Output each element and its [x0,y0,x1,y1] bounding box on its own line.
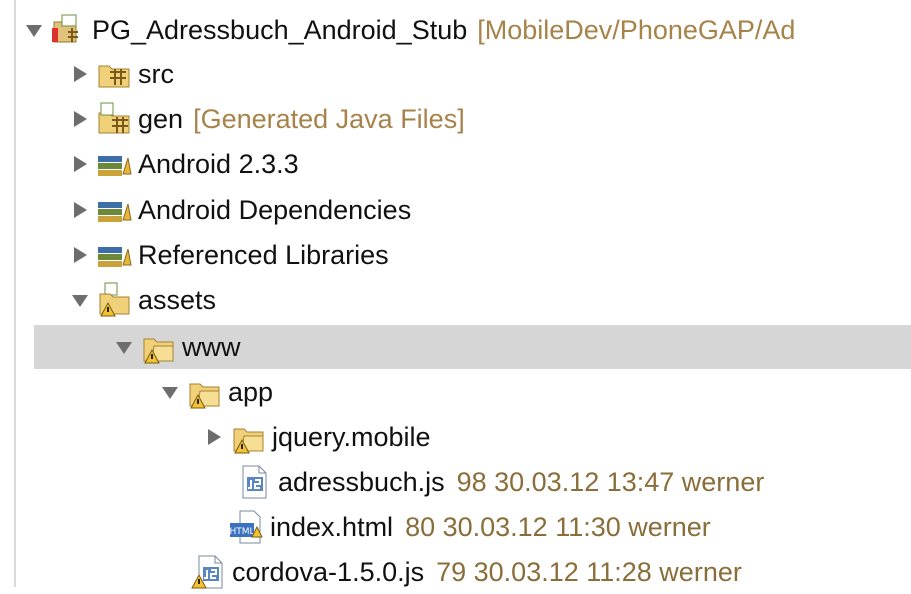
html-file-icon: HTML [228,509,264,545]
tree-item-assets[interactable]: assets [70,278,911,322]
tree-item-index-html[interactable]: HTML index.html 80 30.03.12 11:30 werner [228,505,911,549]
folder-warning-icon [230,419,266,455]
library-icon [96,146,132,182]
folder-warning-icon [140,329,176,365]
cordova-js-revision-info: 79 30.03.12 11:28 werner [436,557,742,587]
app-label: app [228,377,274,407]
tree-item-www[interactable]: www [34,325,911,369]
tree-item-android-dependencies[interactable]: Android Dependencies [70,188,911,232]
svg-text:HTML: HTML [229,527,254,537]
android-project-icon [50,12,86,48]
tree-item-adressbuch-js[interactable]: adressbuch.js 98 30.03.12 13:47 werner [236,460,911,504]
index-html-label: index.html [270,512,394,542]
tree-item-project[interactable]: PG_Adressbuch_Android_Stub [MobileDev/Ph… [24,8,911,52]
tree-item-android-sdk[interactable]: Android 2.3.3 [70,142,911,186]
collapsed-arrow-icon[interactable] [70,200,90,220]
project-name: PG_Adressbuch_Android_Stub [92,15,468,45]
assets-label: assets [138,285,217,315]
tree-item-jquery-mobile[interactable]: jquery.mobile [204,415,911,459]
cordova-js-label: cordova-1.5.0.js [232,557,425,587]
javascript-file-icon [190,554,226,590]
expanded-arrow-icon[interactable] [70,290,90,310]
collapsed-arrow-icon[interactable] [204,427,224,447]
adressbuch-js-revision-info: 98 30.03.12 13:47 werner [456,467,765,497]
android-dependencies-label: Android Dependencies [138,195,412,225]
collapsed-arrow-icon[interactable] [70,154,90,174]
www-label: www [182,332,241,362]
collapsed-arrow-icon[interactable] [70,109,90,129]
tree-item-app[interactable]: app [160,370,911,414]
collapsed-arrow-icon[interactable] [70,64,90,84]
expanded-arrow-icon[interactable] [24,20,44,40]
generated-folder-icon [96,101,132,137]
source-folder-icon [96,56,132,92]
jquery-mobile-label: jquery.mobile [272,422,431,452]
android-sdk-label: Android 2.3.3 [138,149,299,179]
expanded-arrow-icon[interactable] [160,382,180,402]
collapsed-arrow-icon[interactable] [70,245,90,265]
project-repo-path: [MobileDev/PhoneGAP/Ad [477,15,796,45]
tree-item-src[interactable]: src [70,52,911,96]
library-icon [96,192,132,228]
package-explorer-tree: PG_Adressbuch_Android_Stub [MobileDev/Ph… [0,0,911,589]
tree-left-border [14,0,16,587]
gen-label: gen [138,104,184,134]
javascript-file-icon [236,464,272,500]
src-label: src [138,59,174,89]
folder-warning-icon [96,282,132,318]
library-icon [96,237,132,273]
tree-item-cordova-js[interactable]: cordova-1.5.0.js 79 30.03.12 11:28 werne… [190,550,911,594]
tree-item-referenced-libraries[interactable]: Referenced Libraries [70,233,911,277]
expanded-arrow-icon[interactable] [114,337,134,357]
tree-item-gen[interactable]: gen [Generated Java Files] [70,97,911,141]
referenced-libraries-label: Referenced Libraries [138,240,389,270]
adressbuch-js-label: adressbuch.js [278,467,445,497]
gen-decoration: [Generated Java Files] [193,104,465,134]
folder-warning-icon [186,374,222,410]
index-html-revision-info: 80 30.03.12 11:30 werner [405,512,711,542]
